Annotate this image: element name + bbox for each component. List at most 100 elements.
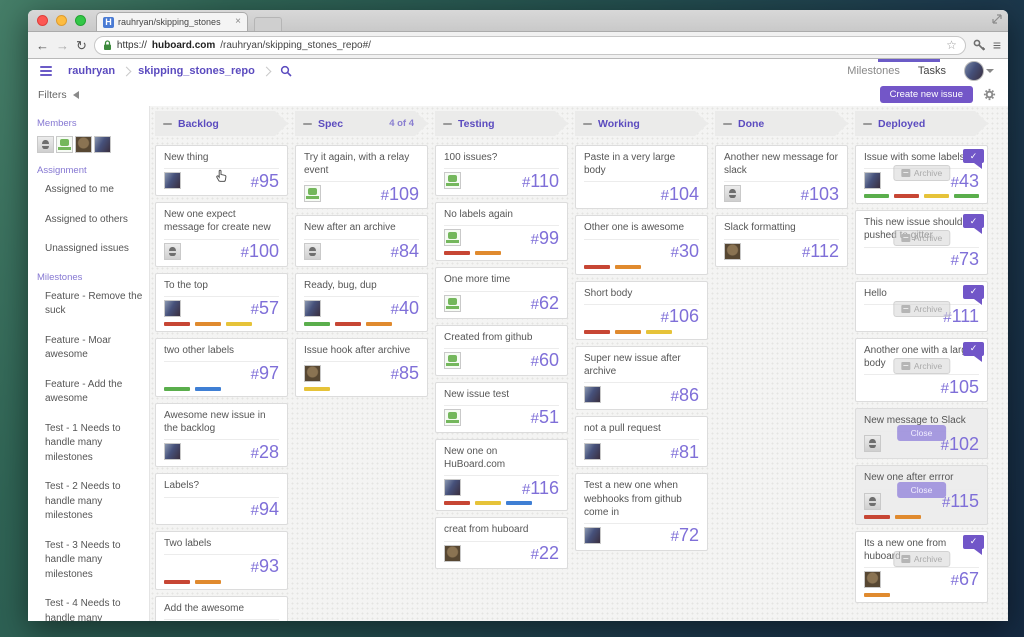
column-header-done[interactable]: Done	[715, 111, 848, 136]
minimize-window-button[interactable]	[56, 15, 67, 26]
issue-card[interactable]: Issue hook after archive#85	[295, 338, 428, 397]
issue-card[interactable]: Awesome new issue in the backlog#28	[155, 403, 288, 467]
issue-card[interactable]: New one after errror#115Close	[855, 465, 988, 524]
assignee-avatar-couple[interactable]	[444, 479, 461, 496]
issue-card[interactable]: Paste in a very large body#104	[575, 145, 708, 209]
new-tab-button[interactable]	[254, 17, 282, 31]
assignee-avatar-dark[interactable]	[304, 365, 321, 382]
close-button[interactable]: Close	[897, 425, 947, 441]
column-header-backlog[interactable]: Backlog	[155, 111, 288, 136]
nav-milestones[interactable]: Milestones	[847, 65, 900, 77]
assignment-filter-item[interactable]: Assigned to others	[45, 213, 143, 228]
assignment-filter-item[interactable]: Assigned to me	[45, 183, 143, 198]
issue-card[interactable]: Created from github#60	[435, 325, 568, 376]
archive-button[interactable]: Archive	[893, 358, 950, 374]
column-header-deployed[interactable]: Deployed	[855, 111, 988, 136]
member-avatar-dark[interactable]	[75, 136, 92, 153]
archive-button[interactable]: Archive	[893, 165, 950, 181]
assignee-avatar-glasses[interactable]	[304, 243, 321, 260]
back-button[interactable]: ←	[36, 39, 49, 52]
assignee-avatar-couple[interactable]	[584, 527, 601, 544]
milestone-filter-item[interactable]: Test - 4 Needs to handle many milestones	[45, 597, 143, 621]
collapse-column-icon[interactable]	[443, 123, 452, 125]
zoom-window-button[interactable]	[75, 15, 86, 26]
issue-card[interactable]: Try it again, with a relay event#109	[295, 145, 428, 209]
issue-card[interactable]: New one on HuBoard.com#116	[435, 439, 568, 511]
issue-card[interactable]: Hello#111✓Archive	[855, 281, 988, 332]
issue-card[interactable]: No labels again#99	[435, 202, 568, 261]
assignee-avatar-dark[interactable]	[724, 243, 741, 260]
search-icon[interactable]	[280, 65, 292, 77]
assignee-avatar-octocat[interactable]	[444, 409, 461, 426]
column-header-testing[interactable]: Testing	[435, 111, 568, 136]
issue-card[interactable]: Two labels#93	[155, 531, 288, 590]
archive-button[interactable]: Archive	[893, 301, 950, 317]
assignee-avatar-dark[interactable]	[444, 545, 461, 562]
assignee-avatar-octocat[interactable]	[444, 229, 461, 246]
assignee-avatar-octocat[interactable]	[444, 352, 461, 369]
assignee-avatar-octocat[interactable]	[304, 185, 321, 202]
issue-card[interactable]: New after an archive#84	[295, 215, 428, 266]
issue-card[interactable]: To the top#57	[155, 273, 288, 332]
assignee-avatar-couple[interactable]	[164, 172, 181, 189]
assignment-filter-item[interactable]: Unassigned issues	[45, 242, 143, 257]
collapse-column-icon[interactable]	[863, 123, 872, 125]
assignee-avatar-couple[interactable]	[864, 172, 881, 189]
chrome-menu-icon[interactable]: ≡	[993, 37, 1000, 53]
breadcrumb-owner[interactable]: rauhryan	[64, 65, 119, 77]
assignee-avatar-glasses[interactable]	[164, 243, 181, 260]
collapse-sidebar-icon[interactable]	[73, 91, 79, 99]
issue-card[interactable]: New issue test#51	[435, 382, 568, 433]
collapse-column-icon[interactable]	[303, 123, 312, 125]
assignee-avatar-couple[interactable]	[304, 300, 321, 317]
issue-card[interactable]: Add the awesome#92	[155, 596, 288, 621]
milestone-filter-item[interactable]: Test - 3 Needs to handle many milestones	[45, 539, 143, 583]
issue-card[interactable]: not a pull request#81	[575, 416, 708, 467]
issue-card[interactable]: Super new issue after archive#86	[575, 346, 708, 410]
tab-close-icon[interactable]: ×	[235, 17, 241, 27]
close-button[interactable]: Close	[897, 482, 947, 498]
checked-ribbon-icon[interactable]: ✓	[963, 535, 984, 549]
assignee-avatar-octocat[interactable]	[444, 295, 461, 312]
browser-tab[interactable]: H rauhryan/skipping_stones ×	[96, 12, 248, 31]
milestone-filter-item[interactable]: Feature - Moar awesome	[45, 334, 143, 363]
issue-card[interactable]: Short body#106	[575, 281, 708, 340]
issue-card[interactable]: Labels?#94	[155, 473, 288, 524]
assignee-avatar-couple[interactable]	[584, 443, 601, 460]
breadcrumb-repo[interactable]: skipping_stones_repo	[134, 65, 259, 77]
issue-card[interactable]: Other one is awesome#30	[575, 215, 708, 274]
create-new-issue-button[interactable]: Create new issue	[880, 86, 973, 103]
member-avatar-octocat[interactable]	[56, 136, 73, 153]
issue-card[interactable]: two other labels#97	[155, 338, 288, 397]
issue-card[interactable]: This new issue should be pushed to gitte…	[855, 210, 988, 274]
assignee-avatar-glasses[interactable]	[724, 185, 741, 202]
milestone-filter-item[interactable]: Test - 2 Needs to handle many milestones	[45, 480, 143, 524]
forward-button[interactable]: →	[56, 39, 69, 52]
column-header-spec[interactable]: Spec4 of 4	[295, 111, 428, 136]
milestone-filter-item[interactable]: Feature - Add the awesome	[45, 378, 143, 407]
issue-card[interactable]: New one expect message for create new#10…	[155, 202, 288, 266]
issue-card[interactable]: Ready, bug, dup#40	[295, 273, 428, 332]
assignee-avatar-octocat[interactable]	[444, 172, 461, 189]
issue-card[interactable]: Test a new one when webhooks from github…	[575, 473, 708, 551]
issue-card[interactable]: Slack formatting#112	[715, 215, 848, 266]
issue-card[interactable]: New message to Slack#102Close	[855, 408, 988, 459]
issue-card[interactable]: New thing#95	[155, 145, 288, 196]
window-resize-icon[interactable]	[992, 14, 1002, 24]
collapse-column-icon[interactable]	[723, 123, 732, 125]
url-input[interactable]: https://huboard.com/rauhryan/skipping_st…	[94, 36, 966, 55]
assignee-avatar-glasses[interactable]	[864, 435, 881, 452]
issue-card[interactable]: Another one with a large body#105✓Archiv…	[855, 338, 988, 402]
collapse-column-icon[interactable]	[583, 123, 592, 125]
assignee-avatar-couple[interactable]	[164, 443, 181, 460]
checked-ribbon-icon[interactable]: ✓	[963, 342, 984, 356]
collapse-column-icon[interactable]	[163, 123, 172, 125]
checked-ribbon-icon[interactable]: ✓	[963, 149, 984, 163]
app-menu-icon[interactable]	[38, 64, 54, 78]
nav-tasks[interactable]: Tasks	[918, 65, 946, 77]
checked-ribbon-icon[interactable]: ✓	[963, 214, 984, 228]
assignee-avatar-dark[interactable]	[864, 571, 881, 588]
milestone-filter-item[interactable]: Test - 1 Needs to handle many milestones	[45, 422, 143, 466]
close-window-button[interactable]	[37, 15, 48, 26]
milestone-filter-item[interactable]: Feature - Remove the suck	[45, 290, 143, 319]
